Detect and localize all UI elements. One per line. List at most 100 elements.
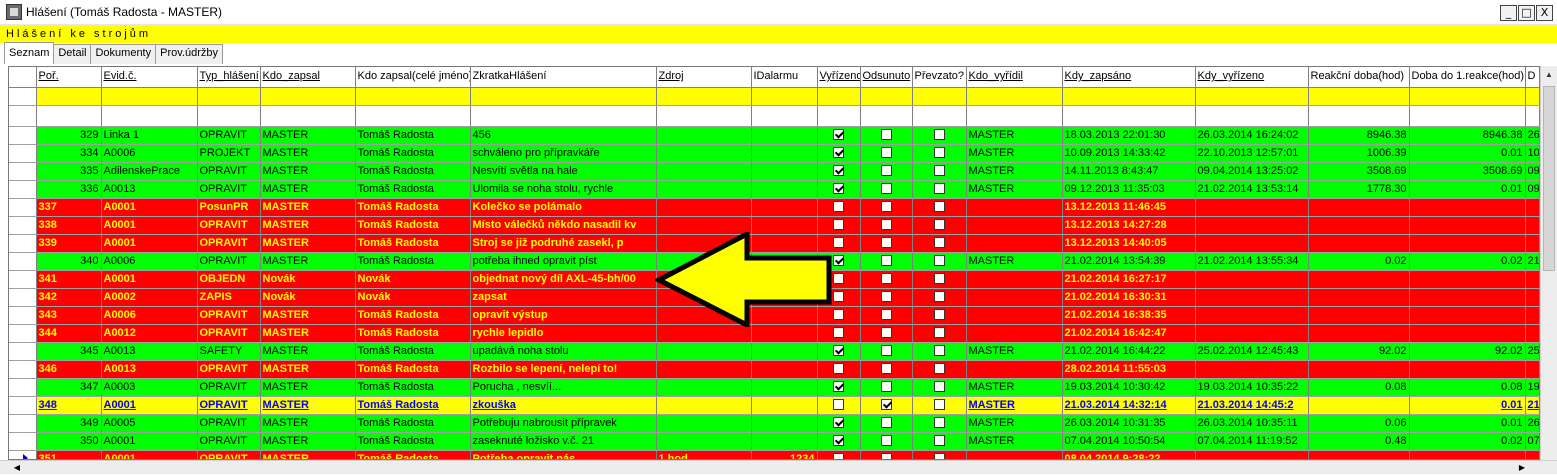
checkbox[interactable]: [933, 363, 945, 375]
row-indicator[interactable]: [9, 378, 37, 397]
cell-odsunuto[interactable]: [860, 378, 913, 397]
cell-odsunuto[interactable]: [860, 306, 913, 325]
table-cell[interactable]: MASTER: [966, 162, 1063, 181]
col-kdy-zapsano[interactable]: Kdy_zapsáno: [1062, 67, 1196, 88]
checkbox[interactable]: [933, 165, 945, 177]
table-cell[interactable]: [751, 198, 818, 217]
table-cell[interactable]: A0013: [101, 342, 198, 361]
checkbox[interactable]: [880, 165, 892, 177]
cell-vyrizeno[interactable]: [817, 198, 861, 217]
table-cell[interactable]: 329: [36, 126, 102, 145]
table-cell[interactable]: A0001: [101, 216, 198, 235]
table-cell[interactable]: MASTER: [260, 144, 356, 163]
table-cell[interactable]: [656, 198, 752, 217]
cell-odsunuto[interactable]: [860, 162, 913, 181]
table-cell[interactable]: 1234: [751, 450, 818, 459]
table-cell[interactable]: MASTER: [966, 396, 1063, 415]
table-cell[interactable]: [656, 162, 752, 181]
table-cell[interactable]: rychle lepidlo: [470, 324, 657, 343]
table-cell[interactable]: zaseknuté ložisko v.č. 21: [470, 432, 657, 451]
table-cell[interactable]: OPRAVIT: [197, 252, 261, 271]
table-cell[interactable]: A0006: [101, 252, 198, 271]
cell-odsunuto[interactable]: [860, 252, 913, 271]
scroll-right-icon[interactable]: ▶: [1515, 461, 1529, 475]
table-cell[interactable]: A0013: [101, 180, 198, 199]
scroll-left-icon[interactable]: ◀: [10, 461, 24, 475]
filter-cell[interactable]: [912, 87, 967, 106]
cell-prevzato[interactable]: [912, 396, 967, 415]
table-cell[interactable]: [1409, 270, 1526, 289]
table-cell[interactable]: upadává noha stolu: [470, 342, 657, 361]
table-cell[interactable]: 92.02: [1308, 342, 1410, 361]
table-cell[interactable]: MASTER: [260, 450, 356, 459]
table-cell[interactable]: MASTER: [260, 432, 356, 451]
table-cell[interactable]: MASTER: [260, 306, 356, 325]
table-cell[interactable]: [1308, 324, 1410, 343]
table-cell[interactable]: 09: [1525, 180, 1540, 199]
table-cell[interactable]: 08.04.2014 9:28:22: [1062, 450, 1196, 459]
table-cell[interactable]: MASTER: [966, 180, 1063, 199]
table-cell[interactable]: 21.02.2014 16:44:22: [1062, 342, 1196, 361]
table-cell[interactable]: [966, 216, 1063, 235]
cell-prevzato[interactable]: [912, 234, 967, 253]
checkbox[interactable]: [833, 345, 844, 357]
table-cell[interactable]: OPRAVIT: [197, 216, 261, 235]
col-idalarmu[interactable]: IDalarmu: [751, 67, 818, 88]
row-indicator[interactable]: [9, 270, 37, 289]
table-cell[interactable]: 8946.38: [1308, 126, 1410, 145]
filter-cell[interactable]: [470, 87, 657, 106]
table-cell[interactable]: Linka 1: [101, 126, 198, 145]
cell-prevzato[interactable]: [912, 414, 967, 433]
row-indicator[interactable]: [9, 126, 37, 145]
row-indicator[interactable]: [9, 360, 37, 379]
table-cell[interactable]: [1195, 198, 1309, 217]
table-cell[interactable]: 07.04.2014 11:19:52: [1195, 432, 1309, 451]
filter-cell[interactable]: [197, 87, 261, 106]
row-indicator[interactable]: [9, 288, 37, 307]
table-cell[interactable]: zapsat: [470, 288, 657, 307]
table-cell[interactable]: 342: [36, 288, 102, 307]
checkbox[interactable]: [833, 399, 844, 411]
cell-vyrizeno[interactable]: [817, 126, 861, 145]
table-cell[interactable]: 349: [36, 414, 102, 433]
table-cell[interactable]: 10: [1525, 144, 1540, 163]
table-cell[interactable]: MASTER: [966, 144, 1063, 163]
checkbox[interactable]: [933, 453, 945, 459]
table-cell[interactable]: 09.04.2014 13:25:02: [1195, 162, 1309, 181]
col-kdy-vyrizeno[interactable]: Kdy_vyřízeno: [1195, 67, 1309, 88]
col-vyrizeno[interactable]: Vyřízeno: [817, 67, 861, 88]
row-indicator[interactable]: [9, 216, 37, 235]
table-cell[interactable]: 338: [36, 216, 102, 235]
table-cell[interactable]: 09: [1525, 162, 1540, 181]
table-cell[interactable]: MASTER: [260, 378, 356, 397]
cell-prevzato[interactable]: [912, 342, 967, 361]
table-cell[interactable]: MASTER: [260, 342, 356, 361]
table-cell[interactable]: [1525, 306, 1540, 325]
table-cell[interactable]: [1308, 216, 1410, 235]
row-indicator[interactable]: [9, 414, 37, 433]
table-cell[interactable]: 21.02.2014 16:38:35: [1062, 306, 1196, 325]
checkbox[interactable]: [933, 147, 945, 159]
table-cell[interactable]: A0002: [101, 288, 198, 307]
table-cell[interactable]: 21.02.2014 16:42:47: [1062, 324, 1196, 343]
table-cell[interactable]: [966, 288, 1063, 307]
checkbox[interactable]: [833, 201, 844, 213]
table-cell[interactable]: 456: [470, 126, 657, 145]
checkbox[interactable]: [833, 453, 844, 459]
cell-vyrizeno[interactable]: [817, 162, 861, 181]
table-cell[interactable]: 19.03.2014 10:35:22: [1195, 378, 1309, 397]
col-kdo-zapsal-full[interactable]: Kdo zapsal(celé jméno): [355, 67, 471, 88]
table-cell[interactable]: A0006: [101, 306, 198, 325]
table-cell[interactable]: Tomáš Radosta: [355, 396, 471, 415]
checkbox[interactable]: [880, 291, 892, 303]
col-zkratka[interactable]: ZkratkaHlášení: [470, 67, 657, 88]
table-cell[interactable]: Tomáš Radosta: [355, 234, 471, 253]
col-doba-reakce[interactable]: Doba do 1.reakce(hod): [1409, 67, 1526, 88]
table-cell[interactable]: 334: [36, 144, 102, 163]
table-cell[interactable]: 26.03.2014 10:35:11: [1195, 414, 1309, 433]
checkbox[interactable]: [933, 291, 945, 303]
table-cell[interactable]: 335: [36, 162, 102, 181]
table-cell[interactable]: PROJEKT: [197, 144, 261, 163]
checkbox[interactable]: [833, 435, 844, 447]
table-cell[interactable]: Tomáš Radosta: [355, 342, 471, 361]
